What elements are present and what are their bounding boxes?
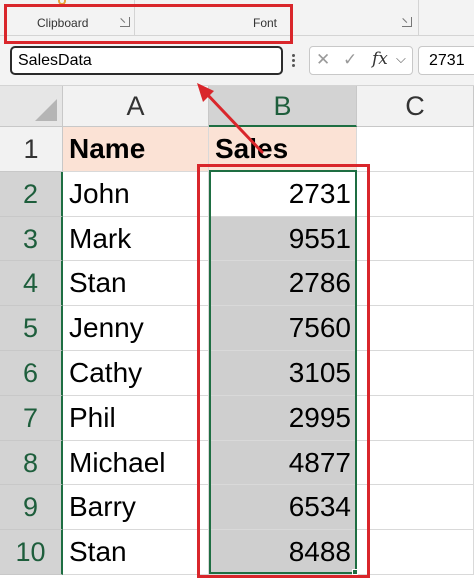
row-header-3[interactable]: 3 <box>0 216 63 262</box>
cell-b8[interactable]: 4877 <box>209 440 357 486</box>
row-header-8[interactable]: 8 <box>0 440 63 486</box>
row-header-4[interactable]: 4 <box>0 261 63 307</box>
cell-c6[interactable] <box>357 351 474 396</box>
cell-b4[interactable]: 2786 <box>209 261 357 307</box>
cell-b1[interactable]: Sales <box>209 127 357 172</box>
row-header-6[interactable]: 6 <box>0 351 63 396</box>
enter-icon[interactable]: ✓ <box>343 50 357 70</box>
row-header-1[interactable]: 1 <box>0 127 63 172</box>
cell-a3[interactable]: Mark <box>63 216 209 262</box>
cell-c7[interactable] <box>357 395 474 441</box>
row-header-5[interactable]: 5 <box>0 306 63 351</box>
cell-b10[interactable]: 8488 <box>209 530 357 575</box>
row-header-7[interactable]: 7 <box>0 395 63 441</box>
name-box[interactable]: SalesData <box>10 46 283 75</box>
ribbon-separator <box>418 0 419 36</box>
cell-a5[interactable]: Jenny <box>63 306 209 351</box>
cell-c4[interactable] <box>357 261 474 307</box>
cell-b9[interactable]: 6534 <box>209 485 357 531</box>
cell-a1[interactable]: Name <box>63 127 209 172</box>
row-header-9[interactable]: 9 <box>0 485 63 531</box>
row-header-10[interactable]: 10 <box>0 530 63 575</box>
formula-input[interactable]: 2731 <box>418 46 474 75</box>
worksheet-grid: A B C 1 Name Sales 2 John 2731 3 Mark 9551 4 Stan 2… <box>0 86 474 580</box>
name-box-highlight <box>4 4 293 44</box>
cell-c5[interactable] <box>357 306 474 351</box>
cell-c8[interactable] <box>357 440 474 486</box>
column-header-b[interactable]: B <box>209 86 357 127</box>
column-header-c[interactable]: C <box>357 86 474 127</box>
cell-a8[interactable]: Michael <box>63 440 209 486</box>
formula-controls: ✕ ✓ fx ⌵ <box>309 46 413 75</box>
cell-b5[interactable]: 7560 <box>209 306 357 351</box>
cell-c2[interactable] <box>357 171 474 217</box>
column-header-a[interactable]: A <box>63 86 209 127</box>
cell-c9[interactable] <box>357 485 474 531</box>
cell-c10[interactable] <box>357 530 474 575</box>
cell-a4[interactable]: Stan <box>63 261 209 307</box>
cell-b2[interactable]: 2731 <box>209 171 357 217</box>
more-options-icon[interactable] <box>292 54 296 70</box>
cell-a7[interactable]: Phil <box>63 395 209 441</box>
select-all-corner[interactable] <box>0 86 63 127</box>
cell-c3[interactable] <box>357 216 474 262</box>
cell-a9[interactable]: Barry <box>63 485 209 531</box>
cell-b3[interactable]: 9551 <box>209 216 357 262</box>
cell-a2[interactable]: John <box>63 171 209 217</box>
row-header-2[interactable]: 2 <box>0 171 63 217</box>
cell-b6[interactable]: 3105 <box>209 351 357 396</box>
fill-handle[interactable] <box>352 569 358 575</box>
cell-a6[interactable]: Cathy <box>63 351 209 396</box>
cell-c1[interactable] <box>357 127 474 172</box>
cell-a10[interactable]: Stan <box>63 530 209 575</box>
cell-b7[interactable]: 2995 <box>209 395 357 441</box>
chevron-down-icon[interactable]: ⌵ <box>396 51 406 67</box>
font-dialog-launcher-icon[interactable] <box>402 17 412 27</box>
insert-function-icon[interactable]: fx <box>372 49 388 69</box>
cancel-icon[interactable]: ✕ <box>316 50 330 70</box>
